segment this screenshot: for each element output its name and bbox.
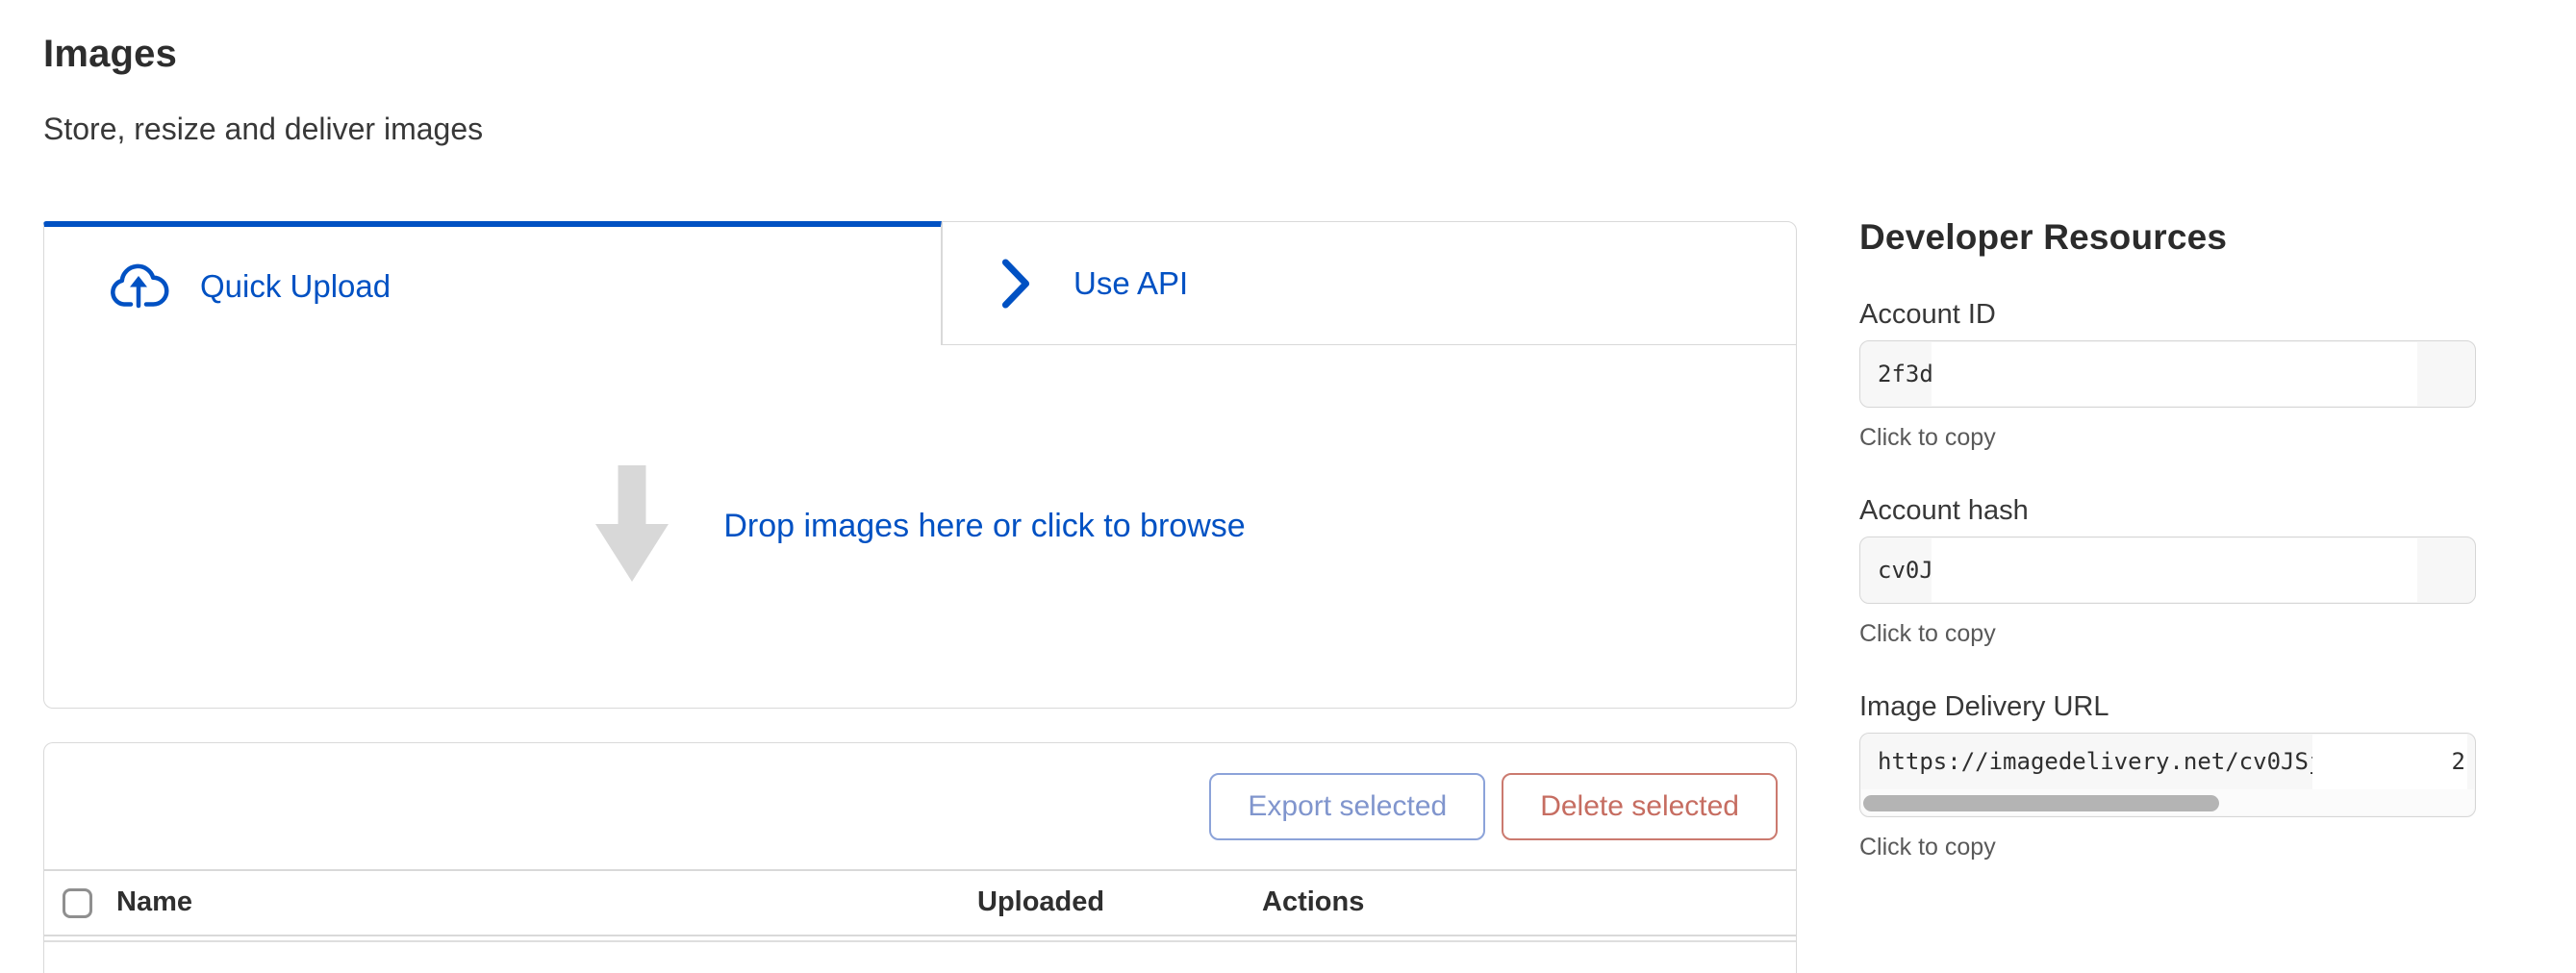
column-header-name: Name (116, 886, 192, 918)
redaction-overlay (1932, 538, 2417, 602)
image-delivery-url-field[interactable]: https://imagedelivery.net/cv0JSj 2 (1859, 733, 2476, 817)
account-hash-label: Account hash (1859, 494, 2476, 527)
click-to-copy-hint: Click to copy (1859, 620, 2476, 648)
click-to-copy-hint: Click to copy (1859, 424, 2476, 452)
delete-selected-button[interactable]: Delete selected (1502, 773, 1778, 840)
column-header-uploaded: Uploaded (977, 886, 1104, 918)
horizontal-scrollbar-thumb[interactable] (1863, 795, 2219, 811)
sidebar-title: Developer Resources (1859, 217, 2476, 258)
account-hash-field[interactable]: cv0J (1859, 536, 2476, 604)
arrow-down-icon (594, 465, 669, 587)
select-all-checkbox[interactable] (63, 888, 92, 918)
page-subtitle: Store, resize and deliver images (43, 112, 483, 147)
image-delivery-url-value: https://imagedelivery.net/cv0JSj (1878, 748, 2322, 775)
tab-quick-upload-label: Quick Upload (200, 268, 391, 305)
upload-section: Quick Upload Use API Drop images here or… (43, 221, 1797, 709)
dropzone-label: Drop images here or click to browse (723, 508, 1245, 545)
resource-image-delivery-url: Image Delivery URL https://imagedelivery… (1859, 690, 2476, 861)
resource-account-id: Account ID 2f3d Click to copy (1859, 298, 2476, 452)
page-title: Images (43, 33, 177, 76)
image-delivery-url-label: Image Delivery URL (1859, 690, 2476, 723)
tab-use-api[interactable]: Use API (942, 221, 1797, 345)
developer-resources-panel: Developer Resources Account ID 2f3d Clic… (1859, 217, 2476, 904)
redaction-overlay (2312, 735, 2467, 790)
chevron-right-icon (998, 255, 1033, 312)
tab-quick-upload[interactable]: Quick Upload (43, 221, 942, 345)
row-divider (44, 940, 1796, 942)
redaction-overlay (1932, 342, 2417, 406)
images-list-card: Export selected Delete selected Name Upl… (43, 742, 1797, 973)
export-selected-button[interactable]: Export selected (1209, 773, 1485, 840)
dropzone[interactable]: Drop images here or click to browse (43, 345, 1797, 709)
resource-account-hash: Account hash cv0J Click to copy (1859, 494, 2476, 648)
account-id-label: Account ID (1859, 298, 2476, 331)
account-hash-value: cv0J (1878, 557, 1933, 584)
column-header-actions: Actions (1262, 886, 1364, 918)
table-header-row: Name Uploaded Actions (44, 871, 1796, 936)
cloud-upload-icon (108, 263, 169, 310)
account-id-value: 2f3d (1878, 361, 1933, 387)
url-fragment: 2 (2451, 748, 2465, 775)
account-id-field[interactable]: 2f3d (1859, 340, 2476, 408)
click-to-copy-hint: Click to copy (1859, 834, 2476, 861)
list-actions-row: Export selected Delete selected (44, 743, 1796, 871)
tab-use-api-label: Use API (1073, 265, 1188, 302)
